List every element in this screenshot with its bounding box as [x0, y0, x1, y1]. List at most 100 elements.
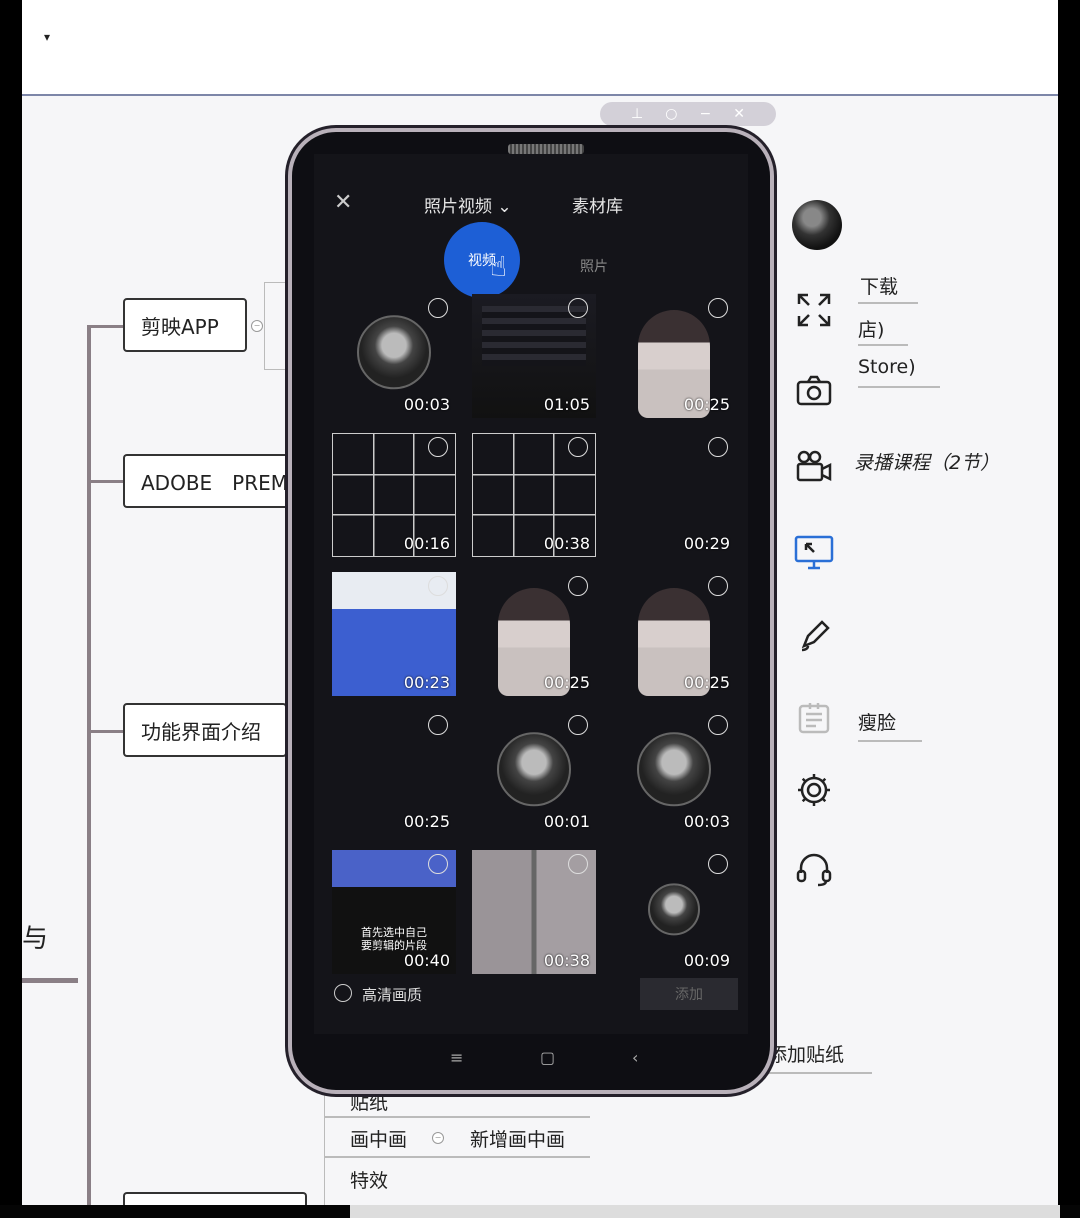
media-item[interactable]: 00:01 [472, 711, 596, 835]
floating-window-controls: ⊥ ○ − ✕ [600, 102, 776, 126]
select-circle[interactable] [568, 437, 588, 457]
select-circle[interactable] [428, 437, 448, 457]
phone-speaker [508, 144, 584, 154]
underline [768, 1072, 872, 1074]
select-circle[interactable] [708, 715, 728, 735]
phone-nav-bar: ≡ ▢ ‹ [314, 1034, 748, 1084]
text-add-sticker: 添加贴纸 [768, 1044, 845, 1066]
duration-label: 00:01 [543, 812, 590, 831]
node-jianying-app[interactable]: 剪映APP [123, 298, 247, 352]
phone-mirror: ✕ 照片视频 ⌄ 素材库 视频 ☝ 照片 00:03 01:05 00:25 00:1… [288, 128, 774, 1094]
collapse-toggle[interactable]: − [432, 1132, 444, 1144]
media-item[interactable]: 00:29 [612, 433, 736, 557]
media-item[interactable]: 00:23 [332, 572, 456, 696]
select-circle[interactable] [568, 715, 588, 735]
back-icon[interactable]: ‹ [632, 1048, 638, 1067]
mindmap-trunk [87, 325, 91, 1205]
duration-label: 00:25 [683, 673, 730, 692]
duration-label: 00:03 [403, 395, 450, 414]
duration-label: 00:25 [683, 395, 730, 414]
pen-icon[interactable] [792, 614, 836, 658]
media-item[interactable]: 00:03 [612, 711, 736, 835]
monitor-icon[interactable] [792, 530, 836, 574]
duration-label: 00:38 [543, 951, 590, 970]
tab-video[interactable]: 视频 [444, 222, 520, 298]
video-camera-icon[interactable] [792, 444, 836, 488]
hd-quality-label: 高清画质 [362, 986, 423, 1004]
underline [324, 1156, 590, 1158]
text-course: 录播课程（2节） [854, 452, 1000, 474]
duration-label: 00:23 [403, 673, 450, 692]
pin-icon[interactable]: ⊥ [631, 106, 643, 122]
node-feature-ui-intro[interactable]: 功能界面介绍 [123, 703, 287, 757]
node-bottom[interactable] [123, 1192, 307, 1205]
duration-label: 00:03 [683, 812, 730, 831]
text-new-pip: 新增画中画 [470, 1129, 566, 1151]
text-effects: 特效 [350, 1170, 389, 1192]
duration-label: 00:38 [543, 534, 590, 553]
select-circle[interactable] [708, 854, 728, 874]
close-icon[interactable]: ✕ [334, 190, 352, 215]
headset-icon[interactable] [792, 846, 836, 890]
dropdown-caret-icon[interactable]: ▾ [44, 30, 50, 44]
camera-icon[interactable] [792, 368, 836, 412]
select-circle[interactable] [428, 854, 448, 874]
underline [858, 344, 908, 346]
add-button[interactable]: 添加 [640, 978, 738, 1010]
tap-hand-icon: ☝ [490, 250, 508, 283]
select-circle[interactable] [708, 576, 728, 596]
media-item[interactable]: 00:25 [612, 572, 736, 696]
text-left-glyph: 与 [22, 924, 49, 954]
top-bar: ▾ [22, 0, 1058, 96]
media-item[interactable]: 00:16 [332, 433, 456, 557]
duration-label: 00:25 [543, 673, 590, 692]
note-icon[interactable] [792, 696, 836, 740]
minimize-icon[interactable]: − [699, 106, 711, 122]
select-circle[interactable] [708, 437, 728, 457]
text-slim-face: 瘦脸 [858, 712, 897, 734]
home-icon[interactable]: ▢ [540, 1048, 555, 1067]
select-circle[interactable] [568, 298, 588, 318]
text-store-2: Store) [858, 356, 916, 378]
select-circle[interactable] [428, 298, 448, 318]
underline [858, 302, 918, 304]
select-circle[interactable] [708, 298, 728, 318]
select-circle[interactable] [568, 576, 588, 596]
select-circle[interactable] [428, 576, 448, 596]
branch-line [87, 325, 123, 328]
media-item[interactable]: 00:25 [472, 572, 596, 696]
media-item[interactable]: 首先选中自己 要剪辑的片段 00:40 [332, 850, 456, 974]
media-item[interactable]: 01:05 [472, 294, 596, 418]
collapse-toggle[interactable]: − [251, 320, 263, 332]
hd-quality-radio[interactable] [334, 984, 352, 1002]
round-thumbnail [497, 732, 571, 807]
restore-icon[interactable]: ○ [665, 106, 677, 122]
menu-icon[interactable]: ≡ [450, 1048, 463, 1067]
album-dropdown[interactable]: 照片视频 ⌄ [424, 192, 512, 217]
material-library-tab[interactable]: 素材库 [572, 192, 623, 217]
branch-line [87, 480, 123, 483]
round-thumbnail [637, 732, 711, 807]
media-item[interactable]: 00:25 [332, 711, 456, 835]
round-thumbnail [648, 883, 700, 936]
fullscreen-icon[interactable] [792, 288, 836, 332]
media-item[interactable]: 00:38 [472, 850, 596, 974]
video-caption: 首先选中自己 要剪辑的片段 [361, 926, 427, 952]
underline [858, 386, 940, 388]
branch-line [22, 978, 78, 983]
close-icon[interactable]: ✕ [733, 106, 745, 122]
duration-label: 00:16 [403, 534, 450, 553]
media-item[interactable]: 00:09 [612, 850, 736, 974]
select-circle[interactable] [568, 854, 588, 874]
avatar[interactable] [792, 200, 842, 250]
media-item[interactable]: 00:03 [332, 294, 456, 418]
text-pip: 画中画 [350, 1129, 408, 1151]
text-download: 下载 [860, 276, 899, 298]
bracket [324, 1086, 331, 1205]
tab-photo[interactable]: 照片 [580, 256, 608, 276]
select-circle[interactable] [428, 715, 448, 735]
media-item[interactable]: 00:25 [612, 294, 736, 418]
media-item[interactable]: 00:38 [472, 433, 596, 557]
underline [858, 740, 922, 742]
gear-icon[interactable] [792, 768, 836, 812]
